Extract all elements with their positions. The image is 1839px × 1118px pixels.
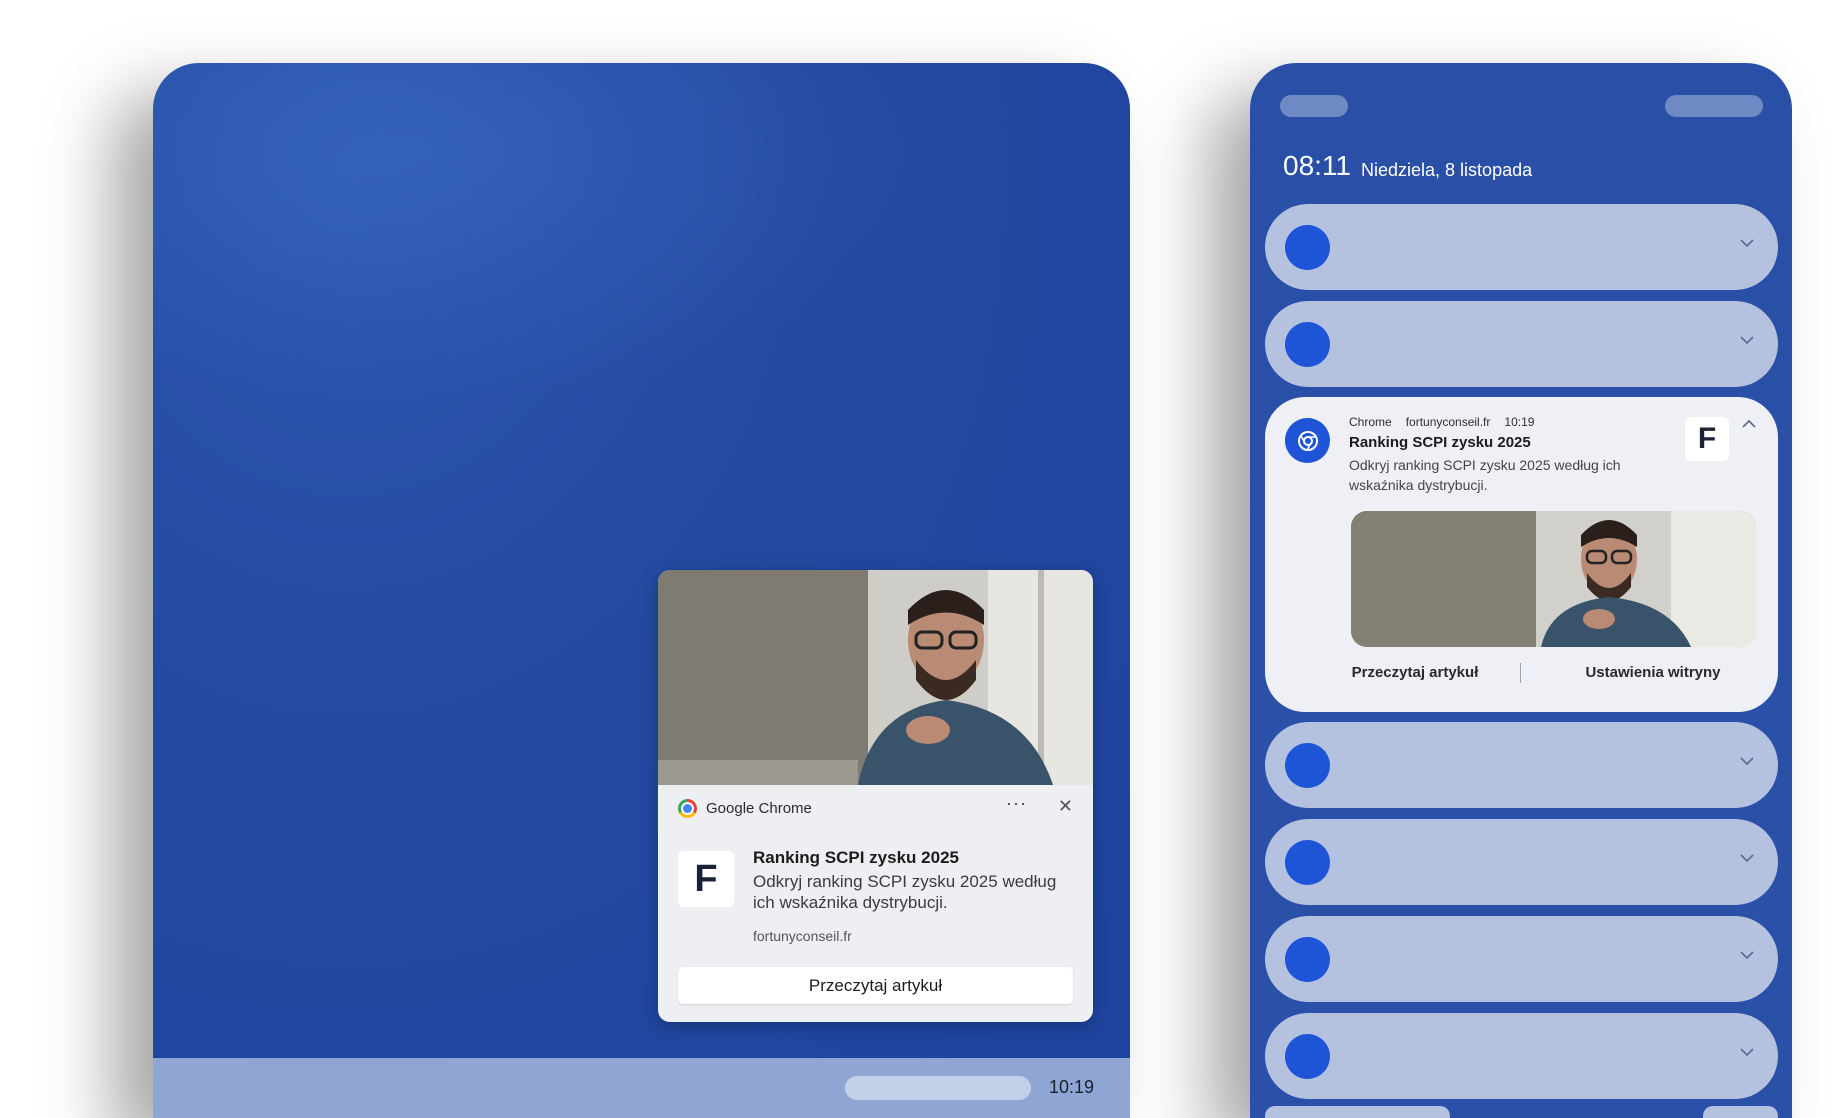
taskbar-placeholder xyxy=(845,1076,1031,1100)
bottom-placeholder-right xyxy=(1703,1106,1778,1118)
chrome-toast-notification[interactable]: Google Chrome ··· ✕ F Ranking SCPI zysku… xyxy=(658,570,1093,1022)
site-logo-icon: F xyxy=(678,851,734,907)
notification-time: 10:19 xyxy=(1504,415,1535,429)
app-icon xyxy=(1285,225,1330,270)
chevron-down-icon[interactable] xyxy=(1740,236,1754,250)
notification-body: Odkryj ranking SCPI zysku 2025 według ic… xyxy=(1349,457,1621,493)
chevron-down-icon[interactable] xyxy=(1740,754,1754,768)
taskbar: 10:19 xyxy=(153,1058,1130,1118)
toast-title: Ranking SCPI zysku 2025 xyxy=(753,848,959,867)
taskbar-clock[interactable]: 10:19 xyxy=(1049,1077,1094,1098)
toast-header: Google Chrome xyxy=(678,797,812,819)
chevron-down-icon[interactable] xyxy=(1740,948,1754,962)
bottom-placeholder-left xyxy=(1265,1106,1450,1118)
action-divider xyxy=(1520,663,1521,683)
toast-body: Odkryj ranking SCPI zysku 2025 według ic… xyxy=(753,872,1057,912)
chevron-down-icon[interactable] xyxy=(1740,333,1754,347)
collapsed-notification[interactable] xyxy=(1265,204,1778,290)
toast-site: fortunyconseil.fr xyxy=(753,928,852,944)
status-bar-left xyxy=(1280,95,1348,117)
collapsed-notification[interactable] xyxy=(1265,1013,1778,1099)
read-article-button[interactable]: Przeczytaj artykuł xyxy=(1345,664,1485,681)
expanded-chrome-notification[interactable]: Chrome fortunyconseil.fr 10:19 Ranking S… xyxy=(1265,397,1778,712)
toast-hero-image xyxy=(658,570,1093,785)
collapsed-notification[interactable] xyxy=(1265,916,1778,1002)
collapsed-notification[interactable] xyxy=(1265,722,1778,808)
notification-title: Ranking SCPI zysku 2025 xyxy=(1349,434,1531,451)
site-settings-button[interactable]: Ustawienia witryny xyxy=(1573,664,1733,681)
notification-hero-image xyxy=(1351,511,1756,647)
site-logo-icon: F xyxy=(1685,417,1729,461)
toast-app-name: Google Chrome xyxy=(706,799,812,817)
status-bar-right xyxy=(1665,95,1763,117)
close-icon[interactable]: ✕ xyxy=(1058,796,1073,817)
desktop-screen: Google Chrome ··· ✕ F Ranking SCPI zysku… xyxy=(153,63,1130,1118)
chevron-up-icon[interactable] xyxy=(1742,417,1756,431)
lockscreen-date: Niedziela, 8 listopada xyxy=(1361,160,1533,180)
chevron-down-icon[interactable] xyxy=(1740,1045,1754,1059)
chrome-logo-icon xyxy=(678,798,697,818)
app-icon xyxy=(1285,322,1330,367)
more-options-icon[interactable]: ··· xyxy=(1006,793,1027,814)
collapsed-notification[interactable] xyxy=(1265,301,1778,387)
chrome-icon xyxy=(1285,418,1330,463)
notification-meta: Chrome fortunyconseil.fr 10:19 xyxy=(1349,415,1534,429)
app-icon xyxy=(1285,937,1330,982)
app-icon xyxy=(1285,743,1330,788)
app-icon xyxy=(1285,840,1330,885)
lockscreen-clock: 08:11 xyxy=(1283,150,1351,181)
chevron-down-icon[interactable] xyxy=(1740,851,1754,865)
collapsed-notification[interactable] xyxy=(1265,819,1778,905)
app-icon xyxy=(1285,1034,1330,1079)
notification-app: Chrome xyxy=(1349,415,1392,429)
notification-site: fortunyconseil.fr xyxy=(1405,415,1491,429)
read-article-button[interactable]: Przeczytaj artykuł xyxy=(678,967,1073,1004)
phone-screen: 08:11 Niedziela, 8 listopada Chrome fort… xyxy=(1250,63,1792,1118)
